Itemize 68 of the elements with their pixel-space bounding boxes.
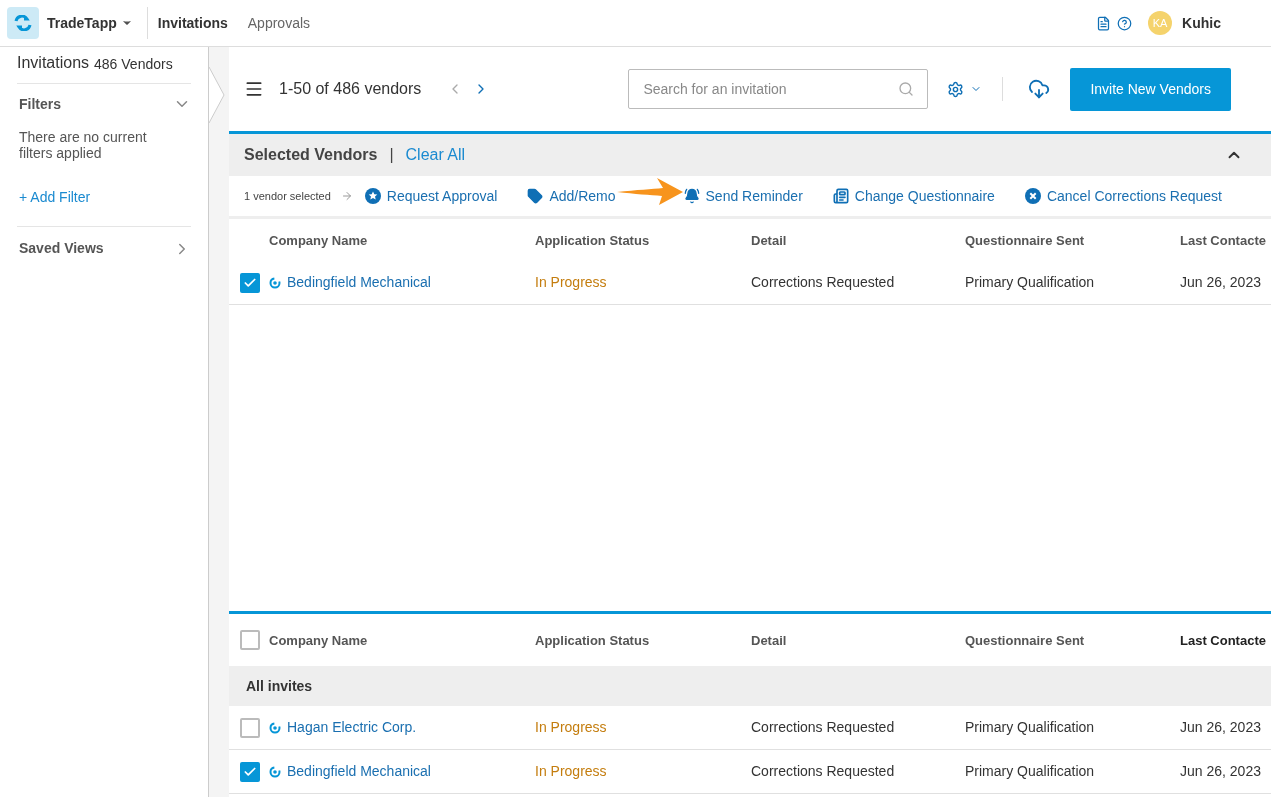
detail-text: Corrections Requested xyxy=(751,274,895,290)
nav-tab[interactable]: Invitations xyxy=(157,12,228,34)
questionnaire-text: Primary Qualification xyxy=(965,763,1095,779)
app-logo[interactable] xyxy=(7,7,39,39)
menu-icon[interactable] xyxy=(244,79,264,99)
document-icon xyxy=(832,188,849,204)
sidebar-title: Invitations xyxy=(17,53,90,73)
app-switcher[interactable]: TradeTapp xyxy=(47,12,133,34)
help-icon[interactable] xyxy=(1117,15,1133,31)
column-header: Detail xyxy=(751,233,787,248)
questionnaire-text: Primary Qualification xyxy=(965,719,1095,735)
status-icon xyxy=(269,721,281,734)
checkbox[interactable] xyxy=(240,717,260,738)
nav-tab[interactable]: Approvals xyxy=(247,12,311,34)
user-name[interactable]: Kuhic xyxy=(1182,12,1221,34)
settings-icon xyxy=(947,80,965,98)
status-icon xyxy=(269,765,281,778)
cancel-icon xyxy=(1024,188,1041,204)
date-text: Jun 26, 2023 xyxy=(1180,274,1261,290)
search-field[interactable]: Search for an invitation xyxy=(628,69,929,109)
column-header: Last Contacte xyxy=(1180,233,1266,248)
document-icon[interactable] xyxy=(1096,15,1112,31)
company-link[interactable]: Hagan Electric Corp. xyxy=(287,717,417,738)
separator: | xyxy=(389,145,394,165)
filters-label: Filters xyxy=(19,94,61,114)
status-text: In Progress xyxy=(535,763,607,779)
arrow-right-icon xyxy=(340,190,353,202)
checkbox[interactable] xyxy=(240,761,260,782)
clear-all-link[interactable]: Clear All xyxy=(405,143,466,167)
saved-views-label[interactable]: Saved Views xyxy=(19,238,104,259)
action-link[interactable]: Change Questionnaire xyxy=(832,185,995,207)
status-text: In Progress xyxy=(535,719,607,735)
tag-icon xyxy=(527,188,544,204)
column-header: Detail xyxy=(751,633,787,648)
panel-title: Selected Vendors xyxy=(244,145,378,165)
column-header: Questionnaire Sent xyxy=(965,633,1085,648)
checkbox[interactable] xyxy=(240,272,260,293)
date-text: Jun 26, 2023 xyxy=(1180,763,1261,779)
detail-text: Corrections Requested xyxy=(751,719,895,735)
action-link[interactable]: Send Reminder xyxy=(683,185,803,207)
column-header: Last Contacte xyxy=(1180,633,1266,648)
add-filter-link[interactable]: + Add Filter xyxy=(17,187,91,208)
detail-text: Corrections Requested xyxy=(751,763,895,779)
vendor-count: 486 Vendors xyxy=(94,55,173,74)
selection-count: 1 vendor selected xyxy=(244,188,331,204)
action-link[interactable]: Request Approval xyxy=(364,185,498,207)
bell-icon xyxy=(683,188,700,204)
column-header: Company Name xyxy=(269,633,368,648)
column-header: Company Name xyxy=(269,233,368,248)
search-icon xyxy=(898,81,915,97)
download-icon[interactable] xyxy=(1028,78,1051,100)
status-text: In Progress xyxy=(535,274,607,290)
company-link[interactable]: Bedingfield Mechanical xyxy=(287,272,431,293)
questionnaire-text: Primary Qualification xyxy=(965,274,1095,290)
action-link[interactable]: Cancel Corrections Request xyxy=(1024,185,1222,207)
column-header: Questionnaire Sent xyxy=(965,233,1085,248)
range-text: 1-50 of 486 vendors xyxy=(279,79,422,99)
action-link[interactable]: Add/Remo xyxy=(527,185,616,207)
empty-filters-text: There are no current filters applied xyxy=(18,129,148,161)
date-text: Jun 26, 2023 xyxy=(1180,719,1261,735)
group-label: All invites xyxy=(246,676,313,696)
company-link[interactable]: Bedingfield Mechanical xyxy=(287,761,431,782)
invite-button[interactable]: Invite New Vendors xyxy=(1070,67,1231,111)
column-header: Application Status xyxy=(535,233,650,248)
checkbox[interactable] xyxy=(240,630,260,650)
status-icon xyxy=(269,276,281,289)
column-header: Application Status xyxy=(535,633,650,648)
settings-menu[interactable] xyxy=(947,80,983,98)
